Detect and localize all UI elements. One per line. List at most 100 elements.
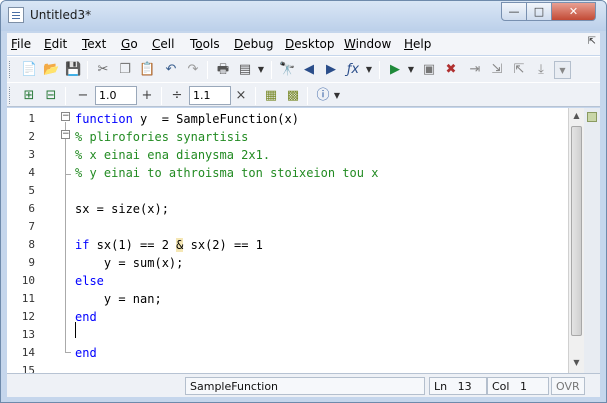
function-dropdown-icon[interactable]: ▼	[361, 62, 377, 78]
continue-icon[interactable]: ⤓	[533, 62, 549, 78]
publish-dropdown-icon[interactable]: ▼	[253, 62, 269, 78]
scroll-down-icon[interactable]: ▼	[571, 358, 582, 367]
code-line: y = sum(x);	[75, 256, 183, 270]
multiply-button[interactable]: ×	[233, 88, 249, 104]
cell-toolbar: ⊞ ⊟ − + ÷ × ▦ ▩ ⓘ ▼	[7, 82, 600, 107]
code-line: end	[75, 346, 97, 360]
code-line: else	[75, 274, 104, 288]
undo-icon[interactable]: ↶	[163, 62, 179, 78]
back-arrow-icon[interactable]: ◀	[301, 62, 317, 78]
line-number: 8	[28, 238, 35, 251]
line-number: 5	[28, 184, 35, 197]
line-number: 9	[28, 256, 35, 269]
scale-value-input[interactable]	[189, 86, 231, 105]
stack-dropdown[interactable]: ▼	[554, 61, 571, 79]
status-overwrite-mode: OVR	[551, 377, 585, 395]
set-breakpoint-icon[interactable]: ▣	[421, 62, 437, 78]
menu-tools[interactable]: Tools	[190, 37, 220, 51]
code-line: % plirofories synartisis	[75, 130, 248, 144]
code-line: if sx(1) == 2 & sx(2) == 1	[75, 238, 263, 252]
editor-window: Untitled3* — □ ✕ ⇱ File Edit Text Go Cell Too…	[0, 0, 607, 403]
line-number: 10	[21, 274, 35, 287]
find-icon[interactable]: 🔭	[279, 62, 295, 78]
window-title: Untitled3*	[30, 8, 92, 22]
menu-file[interactable]: File	[11, 37, 31, 51]
evaluate-advance-icon[interactable]: ▦	[263, 88, 279, 104]
step-out-icon[interactable]: ⇱	[511, 62, 527, 78]
run-icon[interactable]: ▶	[387, 62, 403, 78]
status-line: Ln 13	[429, 377, 487, 395]
line-number-gutter: 1 2 3 4 5 6 7 8 9 10 11 12 13 14 15	[7, 108, 43, 373]
new-file-icon[interactable]: 📄	[21, 62, 37, 78]
forward-arrow-icon[interactable]: ▶	[323, 62, 339, 78]
code-line: end	[75, 310, 97, 324]
menu-edit[interactable]: Edit	[44, 37, 67, 51]
redo-icon[interactable]: ↷	[185, 62, 201, 78]
cut-icon[interactable]: ✂	[95, 62, 111, 78]
message-bar	[584, 108, 600, 373]
publish-icon[interactable]: ▤	[237, 62, 253, 78]
document-icon	[8, 7, 24, 23]
step-in-icon[interactable]: ⇲	[489, 62, 505, 78]
open-file-icon[interactable]: 📂	[43, 62, 59, 78]
fold-toggle-function[interactable]: −	[61, 112, 70, 121]
menu-desktop[interactable]: Desktop	[285, 37, 335, 51]
code-token: y = sum(x);	[75, 256, 184, 270]
scroll-up-icon[interactable]: ▲	[571, 111, 582, 120]
clear-breakpoints-icon[interactable]: ✖	[443, 62, 459, 78]
insert-cell-icon[interactable]: ⊞	[21, 88, 37, 104]
menubar-expand-icon[interactable]: ⇱	[588, 36, 596, 47]
paste-icon[interactable]: 📋	[139, 62, 155, 78]
run-dropdown-icon[interactable]: ▼	[403, 62, 419, 78]
line-number: 11	[21, 292, 35, 305]
code-editor[interactable]: 1 2 3 4 5 6 7 8 9 10 11 12 13 14 15 − − function y = S…	[7, 108, 568, 373]
line-number: 15	[21, 364, 35, 373]
fold-toggle-comment[interactable]: −	[61, 130, 70, 139]
increment-value-input[interactable]	[95, 86, 137, 105]
print-icon[interactable]: 🖶	[215, 62, 231, 78]
menu-bar: ⇱ File Edit Text Go Cell Tools Debug Desktop Win…	[7, 33, 600, 55]
line-number: 12	[21, 310, 35, 323]
code-folding-margin: − −	[43, 108, 71, 373]
line-number: 4	[28, 166, 35, 179]
scrollbar-thumb[interactable]	[571, 126, 582, 336]
code-token: % plirofories synartisis	[75, 130, 249, 144]
toolbar-grip[interactable]	[9, 61, 12, 78]
evaluate-cell-icon[interactable]: ⊟	[43, 88, 59, 104]
code-token: % x einai ena dianysma 2x1.	[75, 148, 271, 162]
menu-debug[interactable]: Debug	[234, 37, 273, 51]
decrement-button[interactable]: −	[75, 88, 91, 104]
code-line: function y = SampleFunction(x)	[75, 112, 299, 126]
step-icon[interactable]: ⇥	[467, 62, 483, 78]
text-caret	[75, 322, 76, 338]
code-token: end	[75, 310, 97, 324]
menu-help[interactable]: Help	[404, 37, 431, 51]
vertical-scrollbar[interactable]: ▲ ▼	[568, 108, 584, 373]
minimize-button[interactable]: —	[501, 2, 527, 21]
code-line: sx = size(x);	[75, 202, 169, 216]
main-toolbar: 📄 📂 💾 ✂ ❐ 📋 ↶ ↷ 🖶 ▤ ▼ 🔭 ◀ ▶ ƒx ▼ ▶ ▼ ▣ ✖…	[7, 56, 600, 82]
code-token: y = nan;	[75, 292, 162, 306]
evaluate-section-icon[interactable]: ▩	[285, 88, 301, 104]
maximize-button[interactable]: □	[526, 2, 552, 21]
help-dropdown-icon[interactable]: ▼	[329, 88, 345, 104]
menu-go[interactable]: Go	[121, 37, 138, 51]
menu-cell[interactable]: Cell	[152, 37, 174, 51]
line-number: 3	[28, 148, 35, 161]
line-number: 14	[21, 346, 35, 359]
code-token: sx = size(x);	[75, 202, 169, 216]
copy-icon[interactable]: ❐	[117, 62, 133, 78]
status-bar: SampleFunction Ln 13 Col 1 OVR	[7, 373, 600, 397]
title-bar: Untitled3* — □ ✕	[1, 1, 606, 31]
status-function-name: SampleFunction	[185, 377, 425, 395]
save-icon[interactable]: 💾	[65, 62, 81, 78]
menu-text[interactable]: Text	[82, 37, 106, 51]
menu-window[interactable]: Window	[344, 37, 391, 51]
code-token: % y einai to athroisma ton stoixeion tou…	[75, 166, 379, 180]
close-button[interactable]: ✕	[551, 2, 596, 21]
code-analyzer-status-icon[interactable]	[587, 112, 597, 122]
function-browser-icon[interactable]: ƒx	[345, 62, 361, 78]
cell-toolbar-grip[interactable]	[9, 87, 12, 104]
increment-button[interactable]: +	[139, 88, 155, 104]
divide-button[interactable]: ÷	[169, 88, 185, 104]
